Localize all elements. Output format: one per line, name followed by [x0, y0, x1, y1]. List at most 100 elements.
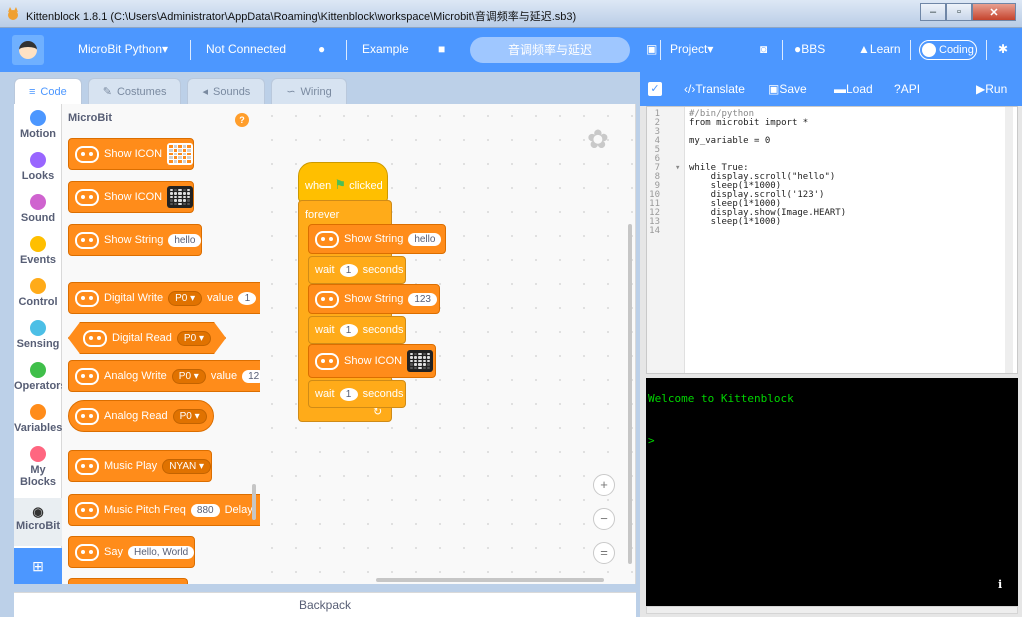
block-show-icon-matrix[interactable]: Show ICON — [68, 181, 195, 213]
zoom-out-button[interactable]: − — [593, 508, 615, 530]
frequency-input[interactable]: 880 — [190, 503, 220, 517]
category-microbit[interactable]: ◉ MicroBit — [14, 498, 62, 546]
zoom-in-button[interactable]: + — [593, 474, 615, 496]
tab-costumes[interactable]: ✎ Costumes — [87, 78, 182, 104]
console-welcome-text: Welcome to Kittenblock — [648, 392, 794, 405]
console-horizontal-scrollbar[interactable] — [646, 606, 1018, 614]
connect-refresh-icon[interactable]: ● — [318, 42, 325, 56]
category-label: Looks — [21, 170, 55, 182]
category-sound[interactable]: Sound — [14, 194, 62, 224]
block-label: Analog Write — [104, 370, 167, 382]
block-wait[interactable]: wait 1 seconds — [308, 316, 406, 344]
block-show-icon[interactable]: Show ICON — [308, 344, 436, 378]
category-sensing[interactable]: Sensing — [14, 320, 62, 350]
workspace-horizontal-scrollbar[interactable] — [376, 578, 604, 582]
tab-sounds[interactable]: ◂ Sounds — [187, 78, 266, 104]
block-analog-read[interactable]: Analog Read P0 ▾ — [68, 400, 214, 432]
project-menu-label: Project — [670, 42, 708, 56]
string-input[interactable]: hello — [408, 232, 442, 246]
sound-dot-icon — [30, 194, 46, 210]
script-workspace[interactable]: ✿ when ⚑ clicked forever ↻ Show String h… — [260, 104, 636, 584]
category-operators[interactable]: Operators — [14, 362, 67, 392]
block-when-flag-clicked[interactable]: when ⚑ clicked — [298, 162, 388, 202]
category-events[interactable]: Events — [14, 236, 62, 266]
checker-image-icon[interactable] — [167, 143, 194, 165]
save-device-icon[interactable]: ■ — [438, 42, 445, 56]
category-variables[interactable]: Variables — [14, 404, 62, 434]
block-digital-read[interactable]: Digital Read P0 ▾ — [68, 322, 226, 354]
block-show-icon-checker[interactable]: Show ICON — [68, 138, 195, 170]
serial-console[interactable]: Welcome to Kittenblock > i — [646, 378, 1018, 606]
pin-dropdown[interactable]: P0 ▾ — [171, 368, 206, 384]
block-music-play[interactable]: Music Play NYAN ▾ — [68, 450, 213, 482]
line-number-gutter: 1 2 3 4 5 6 7 ▾ 8 9 10 11 12 13 14 — [647, 107, 685, 373]
category-control[interactable]: Control — [14, 278, 62, 308]
block-wait[interactable]: wait 1 seconds — [308, 256, 406, 284]
camera-icon[interactable]: ◙ — [760, 42, 767, 56]
project-menu[interactable]: Project▾ — [670, 42, 713, 56]
my-blocks-dot-icon — [30, 446, 46, 462]
load-button[interactable]: ▬Load — [834, 82, 873, 96]
seconds-input[interactable]: 1 — [339, 263, 358, 277]
string-input[interactable]: hello — [168, 233, 202, 247]
category-my-blocks[interactable]: My Blocks — [14, 446, 62, 488]
minimize-button[interactable]: ‒ — [920, 3, 946, 21]
workspace-vertical-scrollbar[interactable] — [628, 224, 632, 564]
block-analog-write[interactable]: Analog Write P0 ▾ value 12 — [68, 360, 260, 392]
block-digital-write[interactable]: Digital Write P0 ▾ value 1 — [68, 282, 260, 314]
say-input[interactable]: Hello, World — [127, 545, 195, 559]
close-button[interactable]: ✕ — [972, 3, 1016, 21]
coding-toggle[interactable]: Coding — [919, 40, 977, 60]
block-show-string[interactable]: Show String hello — [308, 224, 446, 254]
device-menu[interactable]: MicroBit Python▾ — [78, 42, 168, 56]
palette-scrollbar[interactable] — [252, 484, 256, 520]
seconds-input[interactable]: 1 — [339, 323, 358, 337]
sync-checkbox[interactable]: ✓ — [648, 82, 662, 96]
editor-scrollbar[interactable] — [1005, 107, 1013, 373]
tune-dropdown[interactable]: NYAN ▾ — [162, 458, 212, 474]
coding-toggle-label: Coding — [939, 44, 974, 56]
led-matrix-icon[interactable] — [407, 350, 434, 372]
control-dot-icon — [30, 278, 46, 294]
category-looks[interactable]: Looks — [14, 152, 62, 182]
seconds-input[interactable]: 1 — [339, 387, 358, 401]
maximize-button[interactable]: ▫ — [946, 3, 972, 21]
connection-status[interactable]: Not Connected — [206, 42, 286, 56]
api-button[interactable]: ?API — [894, 82, 920, 96]
pin-dropdown[interactable]: P0 ▾ — [168, 290, 203, 306]
pin-dropdown[interactable]: P0 ▾ — [177, 331, 211, 346]
backpack-bar[interactable]: Backpack — [14, 592, 636, 617]
info-icon[interactable]: i — [998, 578, 1002, 591]
led-matrix-icon[interactable] — [167, 186, 194, 208]
fold-arrow-icon[interactable]: ▾ — [675, 163, 680, 173]
tab-code[interactable]: ≡ Code — [14, 78, 82, 104]
settings-gear-icon[interactable]: ✱ — [998, 42, 1008, 56]
zoom-reset-button[interactable]: = — [593, 542, 615, 564]
project-name-field[interactable]: 音调频率与延迟 — [470, 37, 630, 63]
string-input[interactable]: 123 — [408, 292, 437, 306]
help-icon[interactable]: ? — [235, 113, 249, 127]
value-input[interactable]: 1 — [238, 291, 257, 305]
code-panel: ✓ ‹/›Translate ▣Save ▬Load ?API ▶Run 1 2… — [640, 72, 1022, 617]
run-button[interactable]: ▶Run — [976, 82, 1007, 96]
block-say[interactable]: Say Hello, World — [68, 536, 196, 568]
add-extension-button[interactable]: ⊞ — [14, 548, 62, 584]
example-menu[interactable]: Example — [362, 42, 409, 56]
python-code-editor[interactable]: 1 2 3 4 5 6 7 ▾ 8 9 10 11 12 13 14 #/bin… — [646, 106, 1018, 374]
save-icon[interactable]: ▣ — [646, 42, 657, 56]
category-label: Operators — [14, 380, 67, 392]
block-partial[interactable] — [68, 578, 188, 584]
block-show-string[interactable]: Show String 123 — [308, 284, 440, 314]
save-code-button[interactable]: ▣Save — [768, 82, 807, 96]
block-show-string[interactable]: Show String hello — [68, 224, 203, 256]
translate-button[interactable]: ‹/›Translate — [684, 82, 745, 96]
bbs-link[interactable]: ●BBS — [794, 42, 825, 56]
value-input[interactable]: 12 — [242, 369, 260, 383]
pin-dropdown[interactable]: P0 ▾ — [172, 408, 207, 424]
block-wait[interactable]: wait 1 seconds — [308, 380, 406, 408]
learn-link[interactable]: ▲Learn — [858, 42, 901, 56]
category-motion[interactable]: Motion — [14, 110, 62, 140]
caret-down-icon: ▾ — [198, 332, 204, 344]
tab-wiring[interactable]: ∽ Wiring — [271, 78, 347, 104]
block-music-pitch[interactable]: Music Pitch Freq 880 Delay — [68, 494, 260, 526]
